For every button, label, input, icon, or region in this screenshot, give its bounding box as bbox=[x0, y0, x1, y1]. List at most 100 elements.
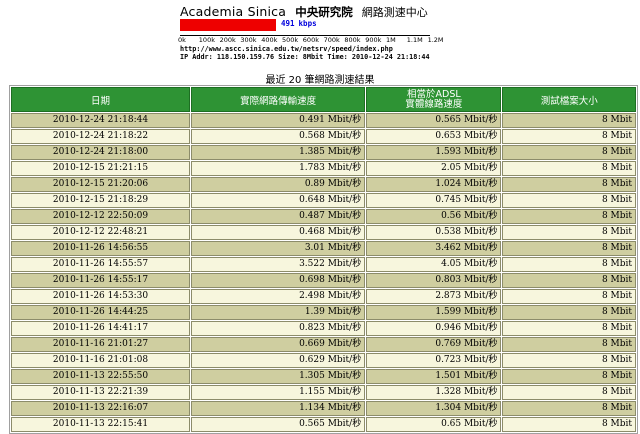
cell-date: 2010-11-26 14:41:17 bbox=[11, 321, 190, 336]
cell-adsl-speed: 0.538 Mbit/秒 bbox=[366, 225, 502, 240]
cell-file-size: 8 Mbit bbox=[502, 337, 636, 352]
cell-actual-speed: 3.522 Mbit/秒 bbox=[190, 257, 366, 272]
speed-meter: 491 kbps bbox=[180, 17, 470, 33]
cell-adsl-speed: 1.593 Mbit/秒 bbox=[366, 145, 502, 160]
cell-file-size: 8 Mbit bbox=[502, 241, 636, 256]
table-row: 2010-12-15 21:18:29 0.648 Mbit/秒 0.745 Mbi… bbox=[11, 193, 636, 208]
table-row: 2010-12-15 21:20:06 0.89 Mbit/秒 1.024 Mbit… bbox=[11, 177, 636, 192]
cell-date: 2010-12-12 22:48:21 bbox=[11, 225, 190, 240]
scale-tick-label: 900k bbox=[365, 36, 382, 44]
cell-actual-speed: 1.385 Mbit/秒 bbox=[190, 145, 366, 160]
scale-tick-label: 800k bbox=[344, 36, 361, 44]
scale-tick-label: 700k bbox=[323, 36, 340, 44]
scale-tick-label: 400k bbox=[261, 36, 278, 44]
cell-adsl-speed: 1.328 Mbit/秒 bbox=[366, 385, 502, 400]
cell-actual-speed: 1.39 Mbit/秒 bbox=[190, 305, 366, 320]
table-row: 2010-11-13 22:15:41 0.565 Mbit/秒 0.65 Mbit… bbox=[11, 417, 636, 432]
cell-adsl-speed: 1.501 Mbit/秒 bbox=[366, 369, 502, 384]
cell-file-size: 8 Mbit bbox=[502, 177, 636, 192]
cell-file-size: 8 Mbit bbox=[502, 145, 636, 160]
table-row: 2010-11-16 21:01:27 0.669 Mbit/秒 0.769 Mbi… bbox=[11, 337, 636, 352]
cell-actual-speed: 1.305 Mbit/秒 bbox=[190, 369, 366, 384]
cell-adsl-speed: 1.304 Mbit/秒 bbox=[366, 401, 502, 416]
table-row: 2010-12-12 22:48:21 0.468 Mbit/秒 0.538 Mbi… bbox=[11, 225, 636, 240]
cell-date: 2010-11-26 14:56:55 bbox=[11, 241, 190, 256]
scale-tick-label: 1M bbox=[386, 36, 396, 44]
cell-adsl-speed: 0.769 Mbit/秒 bbox=[366, 337, 502, 352]
cell-adsl-speed: 0.565 Mbit/秒 bbox=[366, 113, 502, 128]
cell-adsl-speed: 2.05 Mbit/秒 bbox=[366, 161, 502, 176]
table-row: 2010-12-24 21:18:44 0.491 Mbit/秒 0.565 Mbi… bbox=[11, 113, 636, 128]
test-info: IP Addr: 118.150.159.76 Size: 8Mbit Time… bbox=[180, 53, 430, 61]
cell-file-size: 8 Mbit bbox=[502, 193, 636, 208]
scale-tick-label: 1.1M bbox=[406, 36, 423, 44]
cell-actual-speed: 0.487 Mbit/秒 bbox=[190, 209, 366, 224]
col-header-actual-speed: 實際網路傳輸速度 bbox=[190, 87, 366, 112]
table-row: 2010-11-26 14:53:30 2.498 Mbit/秒 2.873 Mbi… bbox=[11, 289, 636, 304]
cell-date: 2010-11-26 14:55:57 bbox=[11, 257, 190, 272]
cell-adsl-speed: 0.946 Mbit/秒 bbox=[366, 321, 502, 336]
cell-actual-speed: 2.498 Mbit/秒 bbox=[190, 289, 366, 304]
scale-tick-label: 1.2M bbox=[427, 36, 444, 44]
service-url: http://www.ascc.sinica.edu.tw/netsrv/spe… bbox=[180, 45, 393, 53]
cell-adsl-speed: 0.745 Mbit/秒 bbox=[366, 193, 502, 208]
cell-actual-speed: 0.491 Mbit/秒 bbox=[190, 113, 366, 128]
table-row: 2010-12-12 22:50:09 0.487 Mbit/秒 0.56 Mbit… bbox=[11, 209, 636, 224]
speed-value: 491 bbox=[281, 19, 295, 28]
cell-date: 2010-11-13 22:16:07 bbox=[11, 401, 190, 416]
scale-tick-label: 100k bbox=[198, 36, 215, 44]
speedtest-header: Academia Sinica 中央研究院 網路測速中心 491 kbps 0k 1… bbox=[178, 0, 480, 64]
cell-adsl-speed: 4.05 Mbit/秒 bbox=[366, 257, 502, 272]
site-title: Academia Sinica 中央研究院 網路測速中心 bbox=[180, 1, 428, 19]
cell-adsl-speed: 0.653 Mbit/秒 bbox=[366, 129, 502, 144]
table-row: 2010-11-13 22:16:07 1.134 Mbit/秒 1.304 Mbi… bbox=[11, 401, 636, 416]
table-row: 2010-11-26 14:55:17 0.698 Mbit/秒 0.803 Mbi… bbox=[11, 273, 636, 288]
col-header-file-size: 測試檔案大小 bbox=[502, 87, 636, 112]
cell-date: 2010-12-12 22:50:09 bbox=[11, 209, 190, 224]
cell-adsl-speed: 0.56 Mbit/秒 bbox=[366, 209, 502, 224]
speed-readout: 491 kbps bbox=[281, 19, 317, 28]
speed-unit: kbps bbox=[298, 19, 317, 28]
cell-adsl-speed: 3.462 Mbit/秒 bbox=[366, 241, 502, 256]
cell-actual-speed: 0.565 Mbit/秒 bbox=[190, 417, 366, 432]
cell-actual-speed: 0.669 Mbit/秒 bbox=[190, 337, 366, 352]
cell-date: 2010-11-26 14:55:17 bbox=[11, 273, 190, 288]
speed-bar bbox=[180, 19, 276, 31]
cell-adsl-speed: 0.803 Mbit/秒 bbox=[366, 273, 502, 288]
cell-actual-speed: 0.629 Mbit/秒 bbox=[190, 353, 366, 368]
col-header-adsl-speed: 相當於ADSL 實體線路速度 bbox=[366, 87, 502, 112]
cell-file-size: 8 Mbit bbox=[502, 353, 636, 368]
col-header-adsl-line1: 相當於ADSL bbox=[407, 88, 461, 100]
cell-adsl-speed: 1.599 Mbit/秒 bbox=[366, 305, 502, 320]
cell-date: 2010-12-15 21:20:06 bbox=[11, 177, 190, 192]
table-row: 2010-11-26 14:55:57 3.522 Mbit/秒 4.05 Mbit… bbox=[11, 257, 636, 272]
cell-actual-speed: 0.823 Mbit/秒 bbox=[190, 321, 366, 336]
results-table: 日期 實際網路傳輸速度 相當於ADSL 實體線路速度 測試檔案大小 2010-1… bbox=[9, 85, 638, 434]
table-row: 2010-12-24 21:18:22 0.568 Mbit/秒 0.653 Mbi… bbox=[11, 129, 636, 144]
table-row: 2010-11-13 22:21:39 1.155 Mbit/秒 1.328 Mbi… bbox=[11, 385, 636, 400]
table-row: 2010-11-16 21:01:08 0.629 Mbit/秒 0.723 Mbi… bbox=[11, 353, 636, 368]
results-body: 2010-12-24 21:18:44 0.491 Mbit/秒 0.565 Mbi… bbox=[11, 113, 636, 432]
table-row: 2010-11-13 22:55:50 1.305 Mbit/秒 1.501 Mbi… bbox=[11, 369, 636, 384]
speed-scale-ticks: 0k 100k 200k 300k 400k 500k 600k 700k 800k 900k 1M… bbox=[178, 36, 480, 45]
cell-date: 2010-11-13 22:55:50 bbox=[11, 369, 190, 384]
cell-file-size: 8 Mbit bbox=[502, 321, 636, 336]
scale-tick-label: 300k bbox=[240, 36, 257, 44]
table-row: 2010-11-26 14:44:25 1.39 Mbit/秒 1.599 Mbit… bbox=[11, 305, 636, 320]
cell-actual-speed: 1.134 Mbit/秒 bbox=[190, 401, 366, 416]
cell-file-size: 8 Mbit bbox=[502, 369, 636, 384]
cell-adsl-speed: 1.024 Mbit/秒 bbox=[366, 177, 502, 192]
scale-tick-label: 600k bbox=[302, 36, 319, 44]
cell-actual-speed: 0.468 Mbit/秒 bbox=[190, 225, 366, 240]
scale-tick-label: 200k bbox=[219, 36, 236, 44]
table-header-row: 日期 實際網路傳輸速度 相當於ADSL 實體線路速度 測試檔案大小 bbox=[11, 87, 636, 112]
table-row: 2010-12-15 21:21:15 1.783 Mbit/秒 2.05 Mbit… bbox=[11, 161, 636, 176]
cell-file-size: 8 Mbit bbox=[502, 113, 636, 128]
cell-date: 2010-12-15 21:21:15 bbox=[11, 161, 190, 176]
cell-date: 2010-12-24 21:18:22 bbox=[11, 129, 190, 144]
scale-tick-label: 500k bbox=[282, 36, 299, 44]
table-row: 2010-11-26 14:56:55 3.01 Mbit/秒 3.462 Mbit… bbox=[11, 241, 636, 256]
cell-file-size: 8 Mbit bbox=[502, 257, 636, 272]
results-caption: 最近 20 筆網路測速結果 bbox=[265, 75, 375, 86]
cell-file-size: 8 Mbit bbox=[502, 273, 636, 288]
